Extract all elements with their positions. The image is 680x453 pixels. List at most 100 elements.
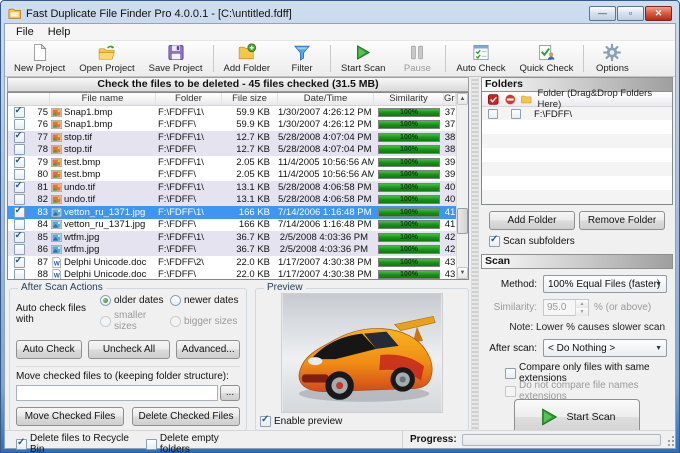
file-name: Delphi Unicode.doc [64,257,146,268]
checkbox-icon[interactable] [505,368,516,379]
row-checkbox[interactable] [14,194,25,205]
options-button[interactable]: Options [587,42,637,75]
scroll-down-icon[interactable]: ▼ [457,267,468,279]
add-folder-button[interactable]: Add Folder [217,42,277,75]
resize-grip[interactable] [665,433,675,447]
save-project-button[interactable]: Save Project [142,42,210,75]
column-file-name[interactable]: File name [50,93,156,105]
table-row[interactable]: 77 stop.tif F:\FDFF\1\ 12.7 KB 5/28/2008… [8,131,468,144]
table-row[interactable]: 78 stop.tif F:\FDFF\ 12.7 KB 5/28/2008 4… [8,144,468,157]
radio-older-dates[interactable]: older dates [100,295,170,306]
folder-row[interactable]: F:\FDFF\ [482,107,672,121]
table-row[interactable]: 81 undo.tif F:\FDFF\1\ 13.1 KB 5/28/2008… [8,181,468,194]
scan-subfolders-checkbox[interactable]: Scan subfolders [489,236,575,247]
delete-checked-files-button[interactable]: Delete Checked Files [132,407,240,426]
auto-check-action-button[interactable]: Auto Check [16,340,82,359]
spin-up-icon: ▲ [576,300,588,308]
table-row[interactable]: 80 test.bmp F:\FDFF\ 2.05 KB 11/4/2005 1… [8,169,468,182]
table-row[interactable]: 86 wtfm.jpg F:\FDFF\ 36.7 KB 2/5/2008 4:… [8,244,468,257]
similarity-bar: 100% [378,183,440,192]
radio-icon[interactable] [170,295,181,306]
checkbox-icon[interactable] [489,236,500,247]
file-size: 22.0 KB [222,269,278,279]
similarity-bar: 100% [378,208,440,217]
row-checkbox[interactable] [14,107,25,118]
row-checkbox[interactable] [14,144,25,155]
file-folder: F:\FDFF\ [156,219,222,230]
delete-empty-folders-checkbox[interactable]: Delete empty folders [146,433,240,453]
new-project-button[interactable]: New Project [7,42,72,75]
browse-button[interactable]: ... [220,385,240,401]
play-icon [353,43,373,62]
folders-list[interactable]: Folder (Drag&Drop Folders Here) F:\FDFF\ [481,92,673,205]
maximize-button[interactable]: ▫ [617,6,644,21]
start-scan-toolbar-button[interactable]: Start Scan [334,42,392,75]
row-checkbox[interactable] [14,182,25,193]
menu-file[interactable]: File [9,25,41,39]
open-project-button[interactable]: Open Project [72,42,141,75]
file-datetime: 2/5/2008 4:03:36 PM [278,244,374,255]
row-checkbox[interactable] [14,157,25,168]
close-button[interactable]: ✕ [645,6,672,21]
radio-newer-dates[interactable]: newer dates [170,295,240,306]
table-row[interactable]: 75 Snap1.bmp F:\FDFF\1\ 59.9 KB 1/30/200… [8,106,468,119]
table-row[interactable]: 83 vetton_ru_1371.jpg F:\FDFF\1\ 166 KB … [8,206,468,219]
similarity-bar: 100% [378,133,440,142]
column-similarity[interactable]: Similarity [374,93,444,105]
column-datetime[interactable]: Date/Time [278,93,374,105]
table-row[interactable]: 87 W Delphi Unicode.doc F:\FDFF\2\ 22.0 … [8,256,468,269]
row-checkbox[interactable] [14,257,25,268]
folders-list-header: Folder (Drag&Drop Folders Here) [482,92,672,107]
table-row[interactable]: 82 undo.tif F:\FDFF\ 13.1 KB 5/28/2008 4… [8,194,468,207]
checkbox-icon[interactable] [146,439,157,450]
table-row[interactable]: 79 test.bmp F:\FDFF\1\ 2.05 KB 11/4/2005… [8,156,468,169]
row-checkbox[interactable] [14,207,25,218]
row-checkbox[interactable] [14,219,25,230]
scroll-up-icon[interactable]: ▲ [457,93,468,105]
after-scan-label: After scan: [487,343,543,354]
file-name: stop.tif [64,144,92,155]
table-scrollbar[interactable]: ▲ ▼ [456,93,468,279]
method-dropdown[interactable]: 100% Equal Files (faster)▼ [543,275,667,293]
row-checkbox[interactable] [14,169,25,180]
table-row[interactable]: 76 Snap1.bmp F:\FDFF\ 59.9 KB 1/30/2007 … [8,119,468,132]
radio-icon[interactable] [100,295,111,306]
delete-to-recycle-bin-checkbox[interactable]: Delete files to Recycle Bin [16,433,132,453]
include-checkbox[interactable] [488,109,498,119]
move-checked-files-button[interactable]: Move Checked Files [16,407,124,426]
remove-folder-button[interactable]: Remove Folder [579,211,665,230]
row-checkbox[interactable] [14,269,25,279]
exclude-checkbox[interactable] [511,109,521,119]
panel-splitter[interactable] [471,77,479,430]
table-row[interactable]: 85 wtfm.jpg F:\FDFF\1\ 36.7 KB 2/5/2008 … [8,231,468,244]
column-folder[interactable]: Folder [156,93,222,105]
table-row[interactable]: 88 W Delphi Unicode.doc F:\FDFF\ 22.0 KB… [8,269,468,280]
file-type-icon [51,219,62,230]
file-type-icon [51,232,62,243]
row-checkbox[interactable] [14,244,25,255]
table-row[interactable]: 84 vetton_ru_1371.jpg F:\FDFF\ 166 KB 7/… [8,219,468,232]
scrollbar-thumb[interactable] [457,208,468,234]
row-checkbox[interactable] [14,232,25,243]
column-check[interactable] [8,93,50,105]
move-path-input[interactable] [16,385,218,401]
minimize-button[interactable]: — [589,6,616,21]
row-number: 85 [30,232,50,243]
row-checkbox[interactable] [14,132,25,143]
auto-check-button[interactable]: Auto Check [449,42,512,75]
column-group[interactable]: Group [444,93,456,105]
file-datetime: 1/30/2007 4:26:12 PM [278,119,374,130]
enable-preview-checkbox[interactable]: Enable preview [260,416,342,427]
menu-help[interactable]: Help [41,25,78,39]
row-checkbox[interactable] [14,119,25,130]
similarity-bar: 100% [378,108,440,117]
checkbox-icon[interactable] [260,416,271,427]
checkbox-icon[interactable] [16,439,27,450]
advanced-button[interactable]: Advanced... [176,340,240,359]
after-scan-dropdown[interactable]: < Do Nothing >▼ [543,339,667,357]
filter-button[interactable]: Filter [277,42,327,75]
add-folder-panel-button[interactable]: Add Folder [489,211,575,230]
column-file-size[interactable]: File size [222,93,278,105]
quick-check-button[interactable]: Quick Check [513,42,581,75]
uncheck-all-button[interactable]: Uncheck All [88,340,171,359]
